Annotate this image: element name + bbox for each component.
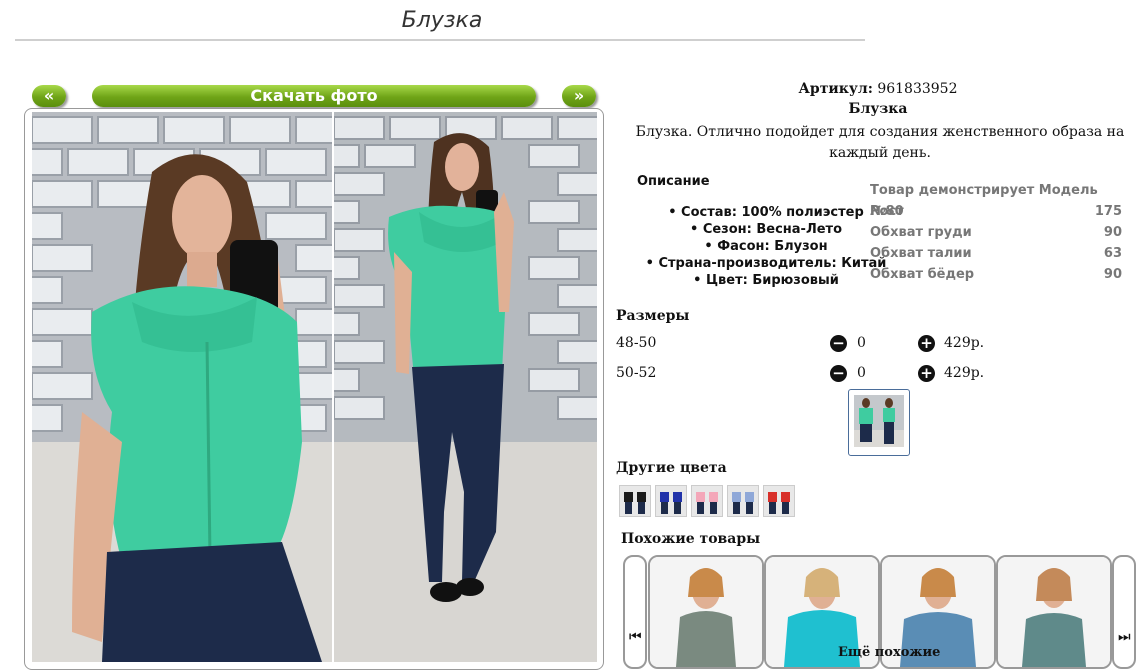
color-variant-thumbnail[interactable] bbox=[763, 485, 795, 517]
article-line: Артикул: 961833952 bbox=[616, 81, 1138, 97]
description-header: Описание bbox=[637, 174, 710, 189]
product-photo-closeup[interactable] bbox=[32, 112, 332, 662]
sizes-header: Размеры bbox=[616, 308, 690, 324]
carousel-next-button[interactable]: ⏭ bbox=[1112, 555, 1136, 669]
model-param-row: Обхват бёдер 90 bbox=[870, 267, 1122, 282]
skip-back-icon: ⏮ bbox=[629, 629, 642, 645]
model-param-row: Рост 175 bbox=[870, 204, 1122, 219]
other-colors-header: Другие цвета bbox=[616, 460, 727, 476]
more-similar-link[interactable]: Ещё похожие bbox=[838, 645, 940, 660]
product-photo-fullbody[interactable] bbox=[334, 112, 597, 662]
carousel-prev-button[interactable]: ⏮ bbox=[623, 555, 647, 669]
title-divider bbox=[15, 39, 865, 41]
minus-icon[interactable]: − bbox=[830, 365, 847, 382]
similar-product-card[interactable] bbox=[648, 555, 764, 669]
plus-icon[interactable]: + bbox=[918, 335, 935, 352]
minus-icon[interactable]: − bbox=[830, 335, 847, 352]
color-variant-thumbnail[interactable] bbox=[619, 485, 651, 517]
size-row: 48-50 − 0 + 429р. bbox=[616, 335, 1116, 357]
price-value: 429р. bbox=[944, 335, 985, 351]
model-param-row: Обхват груди 90 bbox=[870, 225, 1122, 240]
plus-icon[interactable]: + bbox=[918, 365, 935, 382]
color-variant-thumbnail[interactable] bbox=[691, 485, 723, 517]
similar-product-card[interactable] bbox=[996, 555, 1112, 669]
skip-forward-icon: ⏭ bbox=[1118, 629, 1131, 645]
model-params-table: Товар демонстрирует Модель №80 Рост 175 О… bbox=[870, 180, 1122, 285]
size-label: 48-50 bbox=[616, 335, 657, 351]
product-short-description: Блузка. Отлично подойдет для создания же… bbox=[635, 124, 1125, 161]
selected-photo-thumbnail[interactable] bbox=[848, 389, 910, 456]
size-label: 50-52 bbox=[616, 365, 657, 381]
next-photo-button[interactable]: » bbox=[562, 85, 596, 107]
page-title: Блузка bbox=[401, 8, 483, 33]
similar-products-header: Похожие товары bbox=[621, 531, 761, 547]
price-value: 429р. bbox=[944, 365, 985, 381]
quantity-value: 0 bbox=[857, 365, 866, 381]
color-variant-thumbnail[interactable] bbox=[727, 485, 759, 517]
product-name: Блузка bbox=[848, 101, 908, 117]
article-value: 961833952 bbox=[877, 81, 958, 97]
article-label: Артикул: bbox=[798, 81, 873, 97]
model-param-row: Обхват талии 63 bbox=[870, 246, 1122, 261]
model-params-header: Товар демонстрирует Модель №80 bbox=[870, 183, 1098, 219]
color-variant-thumbnail[interactable] bbox=[655, 485, 687, 517]
download-photo-button[interactable]: Скачать фото bbox=[92, 85, 536, 107]
size-row: 50-52 − 0 + 429р. bbox=[616, 365, 1116, 387]
quantity-value: 0 bbox=[857, 335, 866, 351]
prev-photo-button[interactable]: « bbox=[32, 85, 66, 107]
